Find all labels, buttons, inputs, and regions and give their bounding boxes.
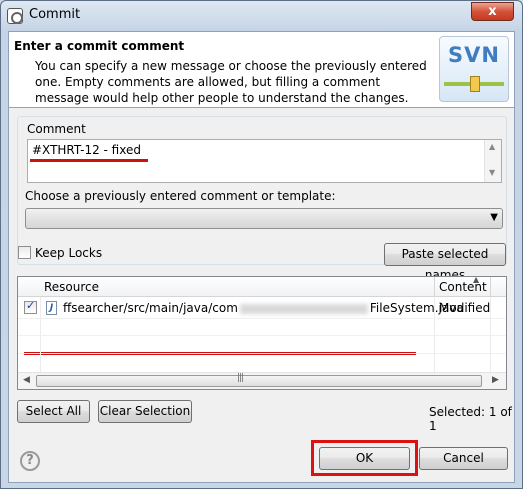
table-header: Resource Content ▲ [18,275,506,297]
keep-locks-box[interactable] [18,246,31,259]
redacted-path-segment [239,303,368,314]
grid-row-line [18,318,506,319]
dialog-client-area: Enter a commit comment You can specify a… [8,31,515,483]
select-all-button[interactable]: Select All [17,400,90,423]
grid-row-line [18,353,506,354]
comment-text[interactable]: #XTHRT-12 - fixed [32,143,141,157]
column-separator [490,277,491,297]
template-dropdown[interactable]: ▼ [25,208,503,229]
svn-logo: SVN [439,36,509,102]
cancel-button[interactable]: Cancel [419,447,508,470]
row-checkbox[interactable] [24,299,37,314]
app-icon [7,8,23,24]
clear-selection-button[interactable]: Clear Selection [98,400,192,423]
column-header-resource[interactable]: Resource [44,280,99,294]
resource-table: Resource Content ▲ J ffsearcher/src/main… [17,275,507,390]
header-banner: Enter a commit comment You can specify a… [9,32,514,108]
banner-message: You can specify a new message or choose … [35,59,427,105]
selected-count-status: Selected: 1 of 1 [429,405,512,433]
scroll-left-icon[interactable]: ◀ [23,375,30,385]
column-header-content[interactable]: Content [439,280,487,294]
scroll-right-icon[interactable]: ▶ [492,375,499,385]
scroll-up-icon[interactable]: ▲ [489,142,495,151]
banner-title: Enter a commit comment [14,39,185,53]
keep-locks-label[interactable]: Keep Locks [35,246,102,260]
close-button[interactable]: x [471,2,514,21]
comment-scrollbar[interactable]: ▲ ▼ [484,140,501,182]
help-icon[interactable]: ? [20,451,40,471]
column-separator[interactable] [434,277,435,297]
comment-annotation-underline [30,159,148,162]
commit-dialog-window: Commit x Enter a commit comment You can … [0,0,523,489]
resource-path: ffsearcher/src/main/java/com FileSystem.j… [63,301,464,315]
table-row[interactable]: J ffsearcher/src/main/java/comFileSystem… [18,298,506,318]
scroll-grip-icon: ||| [237,373,244,383]
chevron-down-icon[interactable]: ▼ [490,212,498,223]
scroll-down-icon[interactable]: ▼ [489,168,495,177]
comment-group-label: Comment [25,122,88,136]
svn-logo-text: SVN [448,43,500,67]
ok-annotation-highlight [311,440,418,476]
keep-locks-checkbox[interactable]: Keep Locks [18,246,102,260]
sort-ascending-icon: ▲ [473,275,480,284]
template-label: Choose a previously entered comment or t… [25,189,336,203]
title-bar[interactable]: Commit x [1,1,522,31]
java-file-icon: J [46,301,57,315]
resource-path-prefix: ffsearcher/src/main/java/com [63,301,238,315]
table-horizontal-scrollbar[interactable]: ◀ ||| ▶ [18,372,506,389]
grid-row-line [18,335,506,336]
svn-logo-node [470,76,480,92]
paste-selected-names-button[interactable]: Paste selected names [384,243,506,282]
horizontal-scroll-thumb[interactable]: ||| [36,373,482,387]
resource-content-status: Modified [439,301,491,315]
window-title: Commit [29,7,81,22]
comment-textarea[interactable]: #XTHRT-12 - fixed ▲ ▼ [27,139,502,183]
